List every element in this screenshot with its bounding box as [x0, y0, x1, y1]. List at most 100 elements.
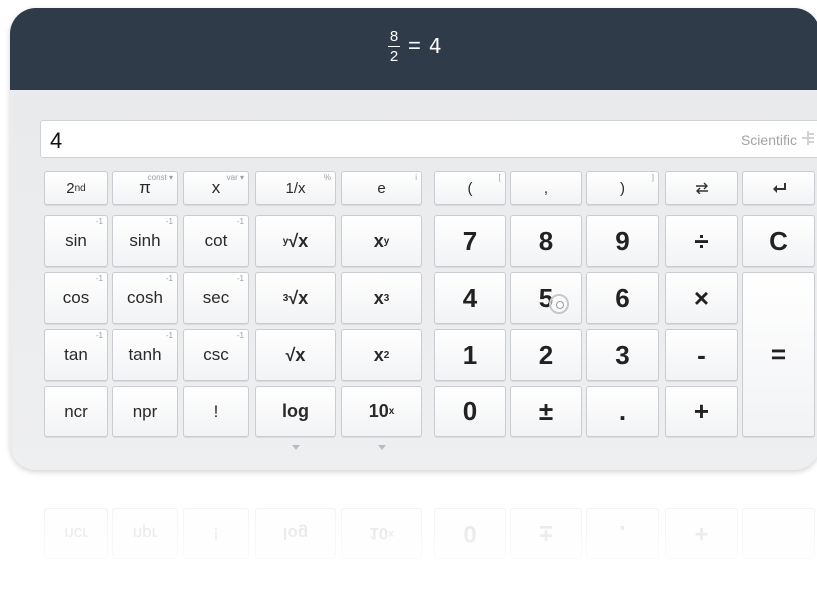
digit-9-button[interactable]: 9: [586, 215, 659, 267]
sinh-corner: -1: [165, 217, 173, 226]
digit-1-button[interactable]: 1: [434, 329, 506, 381]
tanh-corner: -1: [165, 331, 173, 340]
e-constant-button[interactable]: e i: [341, 171, 422, 205]
sinh-label: sinh: [129, 231, 161, 250]
expression-display: 8 2 = 4: [388, 26, 442, 66]
digit-7-label: 7: [462, 225, 478, 256]
ten-pow-sup: x: [388, 406, 395, 417]
second-label: 2: [66, 179, 75, 197]
minus-label: -: [697, 339, 706, 370]
lparen-label: (: [467, 179, 473, 197]
x-cubed-sup: 3: [383, 292, 390, 304]
x-squared-button[interactable]: x2: [341, 329, 422, 381]
reflection-plus: +: [665, 508, 738, 559]
sin-button[interactable]: sin -1: [44, 215, 108, 267]
mode-label[interactable]: Scientific: [741, 132, 797, 148]
touch-cursor-icon: [549, 294, 569, 314]
x-pow-y-label: x: [373, 230, 384, 251]
e-label: e: [377, 179, 386, 197]
plus-button[interactable]: +: [665, 386, 738, 437]
tanh-button[interactable]: tanh -1: [112, 329, 178, 381]
rparen-label: ): [620, 179, 625, 197]
y-root-button[interactable]: y √x: [255, 215, 336, 267]
reflection-plus-minus: ±: [510, 508, 582, 559]
reflection-npr: npr: [112, 508, 178, 559]
reflection-ten-sup: x: [388, 528, 394, 539]
divide-button[interactable]: ÷: [665, 215, 738, 267]
digit-6-button[interactable]: 6: [586, 272, 659, 324]
x-cubed-button[interactable]: x3: [341, 272, 422, 324]
cos-button[interactable]: cos -1: [44, 272, 108, 324]
log-button[interactable]: log: [255, 386, 336, 450]
plus-minus-button[interactable]: ±: [510, 386, 582, 437]
npr-button[interactable]: npr: [112, 386, 178, 437]
decimal-button[interactable]: .: [586, 386, 659, 437]
pi-button[interactable]: π const ▾: [112, 171, 178, 205]
sqrt-button[interactable]: √x: [255, 329, 336, 381]
csc-label: csc: [203, 345, 229, 364]
factorial-label: !: [213, 401, 219, 421]
clear-button[interactable]: C: [742, 215, 815, 267]
digit-2-button[interactable]: 2: [510, 329, 582, 381]
reflection-zero: 0: [434, 508, 506, 559]
second-sup: nd: [74, 182, 86, 194]
input-value: 4: [50, 128, 63, 153]
digit-3-button[interactable]: 3: [586, 329, 659, 381]
csc-button[interactable]: csc -1: [183, 329, 249, 381]
x-pow-y-button[interactable]: xy: [341, 215, 422, 267]
digit-8-button[interactable]: 8: [510, 215, 582, 267]
calculator-input[interactable]: 4 Scientific: [40, 120, 817, 158]
sec-corner: -1: [236, 274, 244, 283]
mode-menu-icon[interactable]: [801, 130, 815, 146]
digit-5-button[interactable]: 5: [510, 272, 582, 324]
equals-sign: =: [408, 33, 421, 58]
digit-7-button[interactable]: 7: [434, 215, 506, 267]
sinh-button[interactable]: sinh -1: [112, 215, 178, 267]
npr-label: npr: [132, 401, 158, 421]
tan-label: tan: [64, 345, 88, 364]
tan-button[interactable]: tan -1: [44, 329, 108, 381]
fraction-denominator: 2: [389, 47, 399, 65]
digit-4-button[interactable]: 4: [434, 272, 506, 324]
ncr-button[interactable]: ncr: [44, 386, 108, 437]
reflection-ten-pow: 10 x: [341, 508, 422, 559]
digit-6-label: 6: [615, 282, 630, 313]
reflection-ten: 10: [369, 524, 389, 544]
digit-8-label: 8: [538, 225, 554, 256]
cube-root-label: √x: [288, 287, 309, 308]
y-root-label: √x: [288, 230, 309, 251]
left-paren-button[interactable]: ( [: [434, 171, 506, 205]
tan-corner: -1: [95, 331, 103, 340]
cube-root-button[interactable]: 3 √x: [255, 272, 336, 324]
plus-label: +: [693, 396, 710, 426]
sin-corner: -1: [95, 217, 103, 226]
cot-button[interactable]: cot -1: [183, 215, 249, 267]
result-header: 8 2 = 4: [10, 8, 817, 90]
variable-x-button[interactable]: x var ▾: [183, 171, 249, 205]
log-dropdown-icon[interactable]: [291, 445, 300, 450]
reciprocal-corner: %: [323, 173, 331, 182]
sin-label: sin: [65, 231, 87, 250]
reciprocal-button[interactable]: 1/x %: [255, 171, 336, 205]
right-paren-button[interactable]: ) ]: [586, 171, 659, 205]
sec-button[interactable]: sec -1: [183, 272, 249, 324]
factorial-button[interactable]: !: [183, 386, 249, 437]
digit-3-label: 3: [615, 339, 630, 370]
ten-pow-dropdown-icon[interactable]: [377, 445, 386, 450]
digit-0-button[interactable]: 0: [434, 386, 506, 437]
second-function-button[interactable]: 2nd: [44, 171, 108, 205]
pi-corner: const ▾: [147, 173, 173, 182]
minus-button[interactable]: -: [665, 329, 738, 381]
x-pow-y-sup: y: [383, 235, 390, 247]
cosh-button[interactable]: cosh -1: [112, 272, 178, 324]
digit-2-label: 2: [538, 339, 554, 370]
cos-label: cos: [62, 288, 90, 307]
multiply-button[interactable]: ×: [665, 272, 738, 324]
backspace-button[interactable]: [742, 171, 815, 205]
ten-pow-button[interactable]: 10 x: [341, 386, 422, 450]
comma-button[interactable]: ,: [510, 171, 582, 205]
swap-button[interactable]: [665, 171, 738, 205]
log-label: log: [282, 401, 309, 421]
clear-label: C: [769, 225, 788, 256]
equals-button[interactable]: =: [742, 272, 815, 437]
